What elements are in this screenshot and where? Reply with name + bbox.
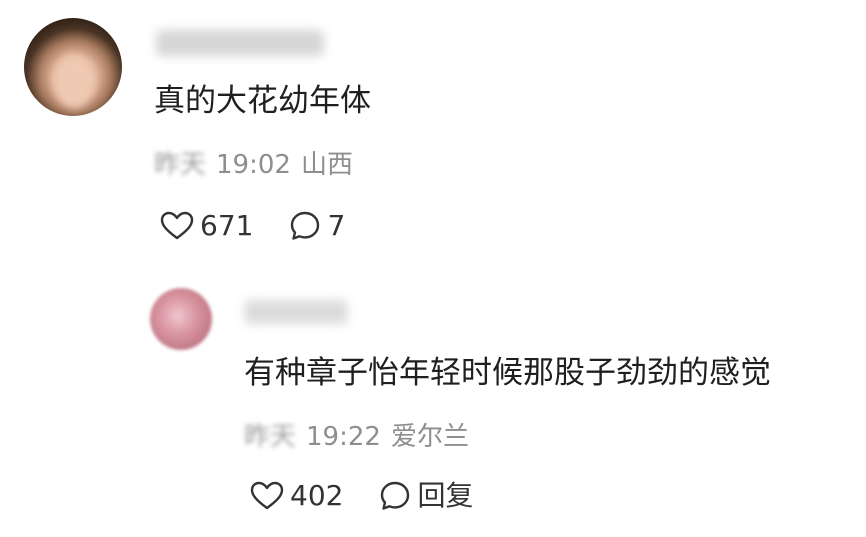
reply-time: 19:22: [306, 422, 381, 452]
comment-actions: 671 7: [160, 210, 345, 242]
reply-meta: 昨天 19:22 爱尔兰: [244, 424, 469, 450]
comment-date-blurred: 昨天: [154, 150, 207, 180]
commenter-username-blurred[interactable]: [156, 30, 324, 56]
reply-like-count: 402: [290, 479, 344, 512]
reply-like-button[interactable]: 402: [250, 481, 343, 511]
heart-outline-icon: [160, 211, 194, 240]
reply-username-blurred[interactable]: [244, 300, 348, 324]
commenter-avatar[interactable]: [24, 18, 122, 116]
reply-location: 爱尔兰: [390, 422, 469, 452]
comment-meta: 昨天 19:02 山西: [154, 152, 353, 178]
comment-reply-count-button[interactable]: 7: [289, 210, 345, 242]
comment-location: 山西: [300, 150, 353, 180]
reply-actions: 402 回复: [250, 480, 473, 512]
reply-date-blurred: 昨天: [244, 422, 297, 452]
reply-reply-button[interactable]: 回复: [379, 480, 473, 512]
avatar-face-blur: [54, 56, 94, 108]
comment-like-count: 671: [200, 209, 254, 242]
heart-outline-icon: [250, 481, 284, 510]
reply-reply-label: 回复: [417, 479, 474, 512]
comment-reply-count: 7: [327, 209, 346, 242]
speech-bubble-icon: [291, 211, 320, 240]
speech-bubble-icon: [381, 481, 410, 510]
comment-time: 19:02: [216, 150, 291, 180]
reply-avatar[interactable]: [150, 288, 212, 350]
comment-text: 真的大花幼年体: [154, 83, 371, 119]
comment-like-button[interactable]: 671: [160, 211, 253, 241]
reply-text: 有种章子怡年轻时候那股子劲劲的感觉: [244, 355, 771, 391]
